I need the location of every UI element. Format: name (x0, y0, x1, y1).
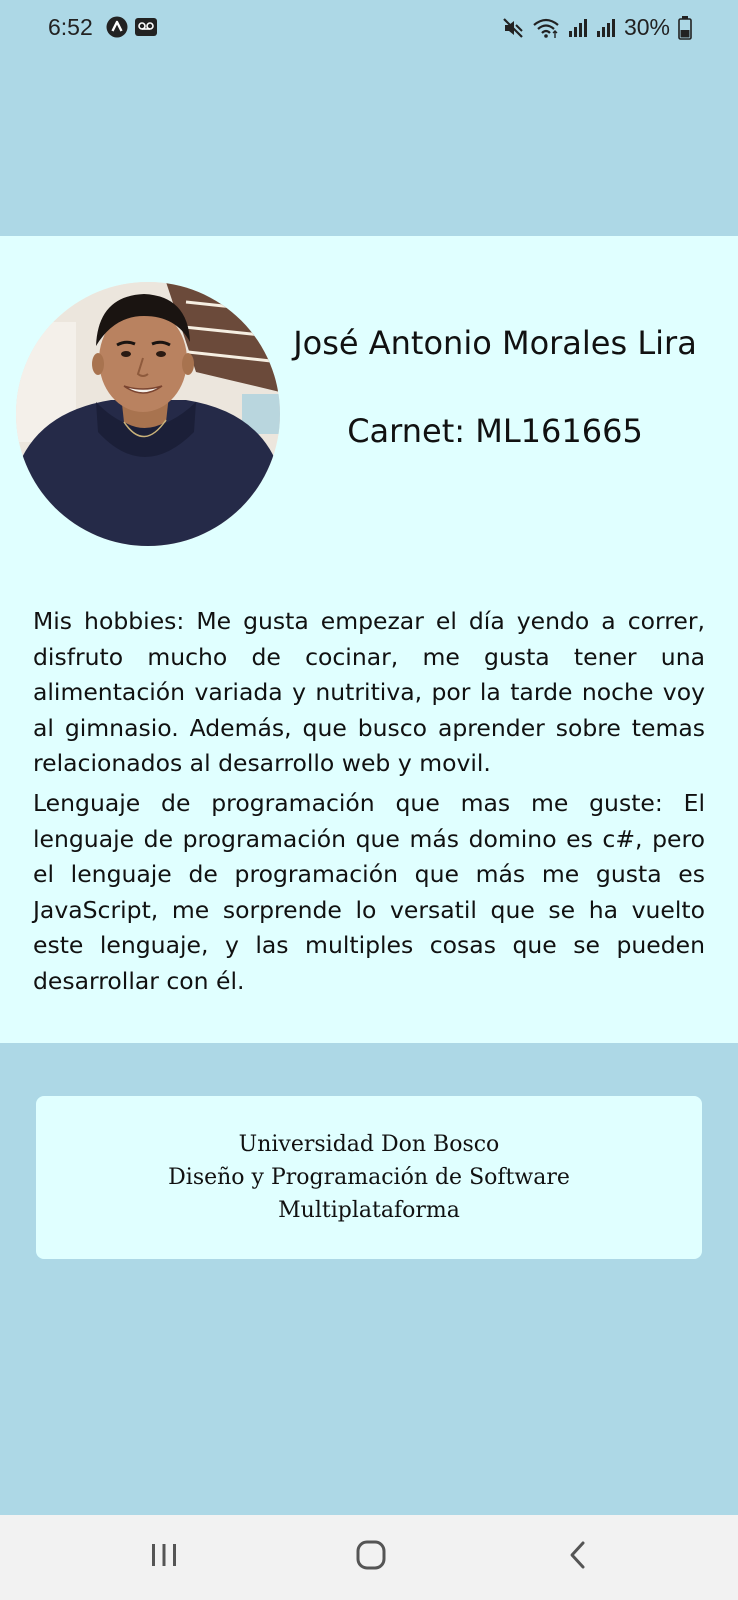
voicemail-icon (134, 17, 158, 37)
navigation-bar (0, 1515, 738, 1600)
wifi-icon (532, 17, 560, 39)
student-name: José Antonio Morales Lira (293, 324, 697, 362)
avatar (16, 282, 280, 546)
course-name-continued: Multiplataforma (278, 1198, 460, 1223)
signal-icon (596, 18, 616, 38)
footer-card: Universidad Don Bosco Diseño y Programac… (36, 1096, 702, 1259)
status-notification-icons (106, 16, 158, 38)
course-name: Diseño y Programación de Software (168, 1165, 570, 1190)
language-paragraph: Lenguaje de programación que mas me gust… (33, 789, 705, 995)
back-button[interactable] (548, 1535, 608, 1579)
home-button[interactable] (341, 1535, 401, 1579)
hobbies-paragraph: Mis hobbies: Me gusta empezar el día yen… (33, 607, 705, 777)
battery-icon (678, 15, 692, 40)
battery-percent: 30% (623, 14, 670, 40)
status-bar: 6:52 30% (0, 0, 738, 58)
university-name: Universidad Don Bosco (238, 1132, 500, 1157)
recents-button[interactable] (134, 1535, 194, 1579)
status-time: 6:52 (48, 14, 93, 40)
status-system-icons: 30% (502, 14, 692, 41)
student-id: Carnet: ML161665 (347, 412, 643, 450)
signal-icon (568, 18, 588, 38)
profile-panel: José Antonio Morales Lira Carnet: ML1616… (0, 236, 738, 1043)
back-icon (567, 1540, 589, 1574)
mute-icon (502, 17, 524, 39)
home-icon (355, 1539, 387, 1575)
recents-icon (149, 1542, 179, 1572)
app-notification-icon (106, 16, 128, 38)
